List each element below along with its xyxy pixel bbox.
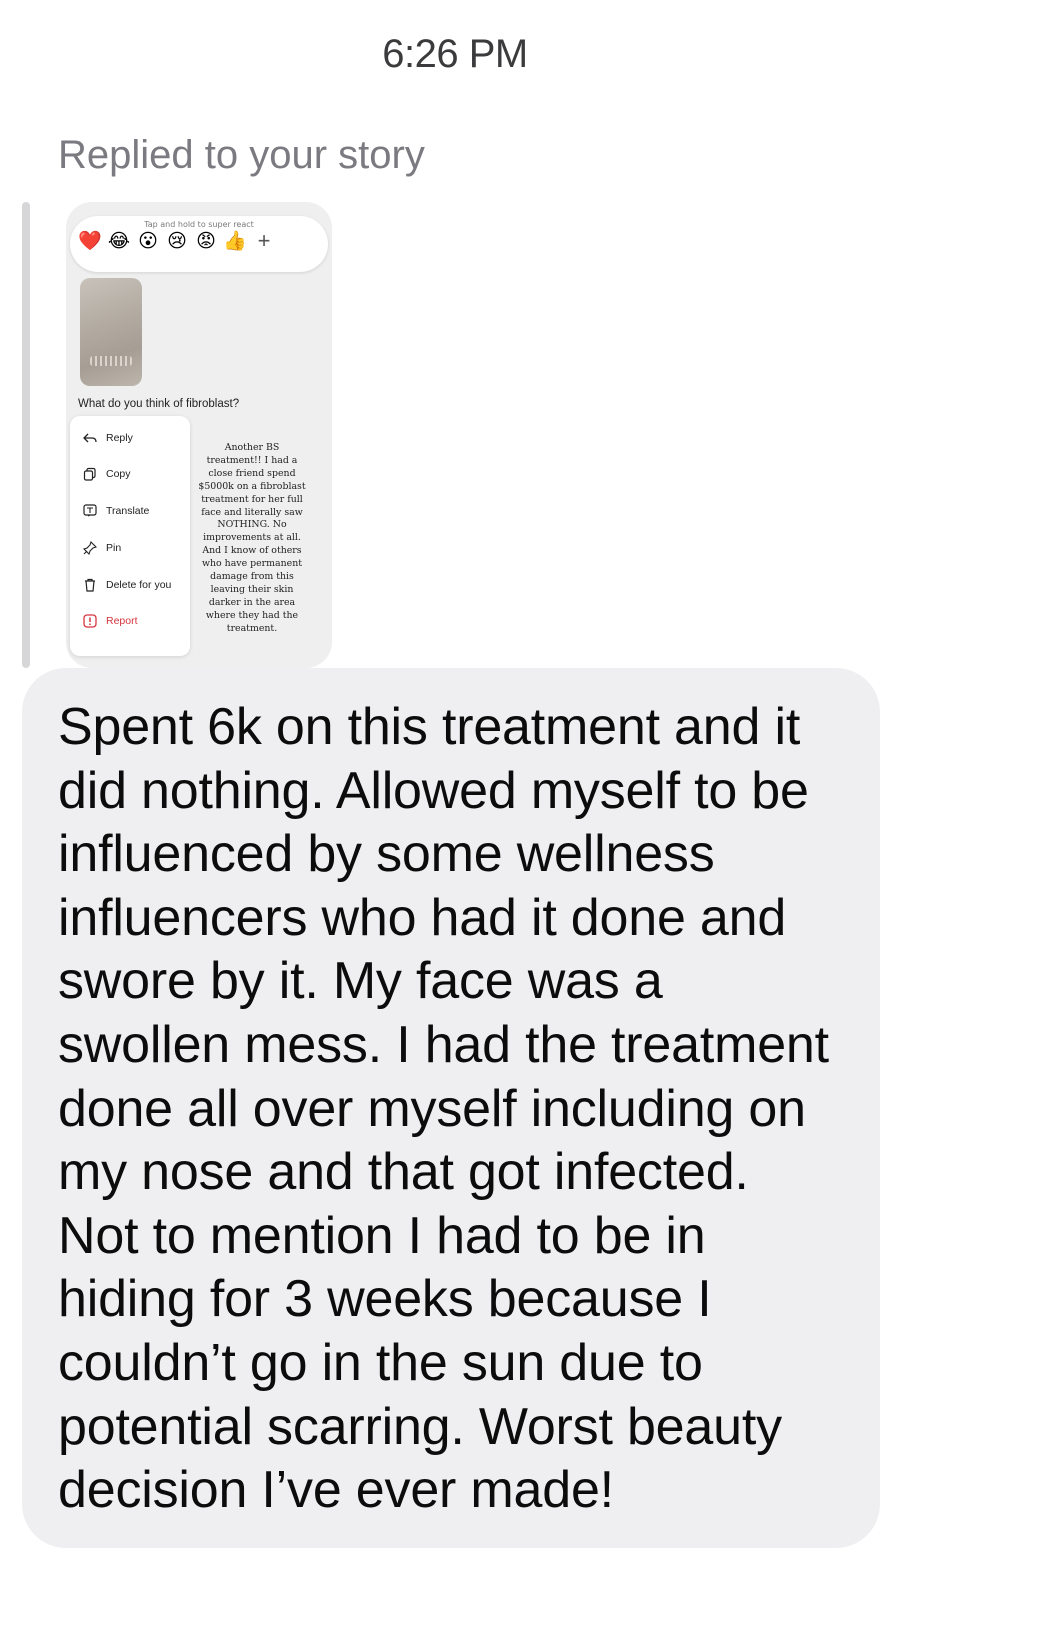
- message-text: Spent 6k on this treatment and it did no…: [58, 698, 829, 1520]
- menu-report-label: Report: [106, 615, 138, 627]
- menu-item-translate[interactable]: Translate: [82, 503, 149, 519]
- report-icon: [82, 613, 98, 629]
- menu-item-delete[interactable]: Delete for you: [82, 577, 171, 593]
- pin-icon: [82, 540, 98, 556]
- reaction-thumbs-up[interactable]: 👍: [223, 229, 247, 253]
- menu-item-pin[interactable]: Pin: [82, 540, 121, 556]
- thumbnail-texture: [90, 356, 132, 366]
- reply-icon: [82, 430, 98, 446]
- menu-delete-label: Delete for you: [106, 579, 172, 591]
- reaction-cry[interactable]: 😢: [165, 229, 189, 253]
- reaction-wow[interactable]: 😮: [136, 229, 160, 253]
- reaction-angry[interactable]: 😡: [194, 229, 218, 253]
- menu-copy-label: Copy: [106, 468, 131, 480]
- trash-icon: [82, 577, 98, 593]
- menu-reply-label: Reply: [106, 432, 133, 444]
- story-thumbnail-image[interactable]: [80, 278, 142, 386]
- menu-pin-label: Pin: [106, 542, 122, 554]
- story-question-text: What do you think of fibroblast?: [78, 398, 240, 410]
- story-preview-card[interactable]: Tap and hold to super react ❤️ 😂 😮 😢 😡 👍…: [66, 202, 332, 668]
- copy-icon: [82, 466, 98, 482]
- reaction-heart[interactable]: ❤️: [78, 229, 102, 253]
- story-reply-text: Another BS treatment!! I had a close fri…: [198, 442, 306, 634]
- reply-quote-bar: [22, 202, 30, 668]
- message-bubble[interactable]: Spent 6k on this treatment and it did no…: [22, 668, 880, 1548]
- translate-icon: [82, 503, 98, 519]
- menu-item-report[interactable]: Report: [82, 613, 138, 629]
- menu-translate-label: Translate: [106, 505, 150, 517]
- replied-to-story-label: Replied to your story: [58, 133, 425, 177]
- reaction-laugh[interactable]: 😂: [107, 229, 131, 253]
- menu-item-copy[interactable]: Copy: [82, 466, 131, 482]
- reaction-row: ❤️ 😂 😮 😢 😡 👍 +: [78, 228, 276, 254]
- menu-item-reply[interactable]: Reply: [82, 430, 133, 446]
- message-context-menu: Reply Copy Translate Pin Delete for you: [70, 416, 190, 656]
- message-timestamp: 6:26 PM: [382, 32, 528, 76]
- add-reaction-button[interactable]: +: [252, 228, 276, 254]
